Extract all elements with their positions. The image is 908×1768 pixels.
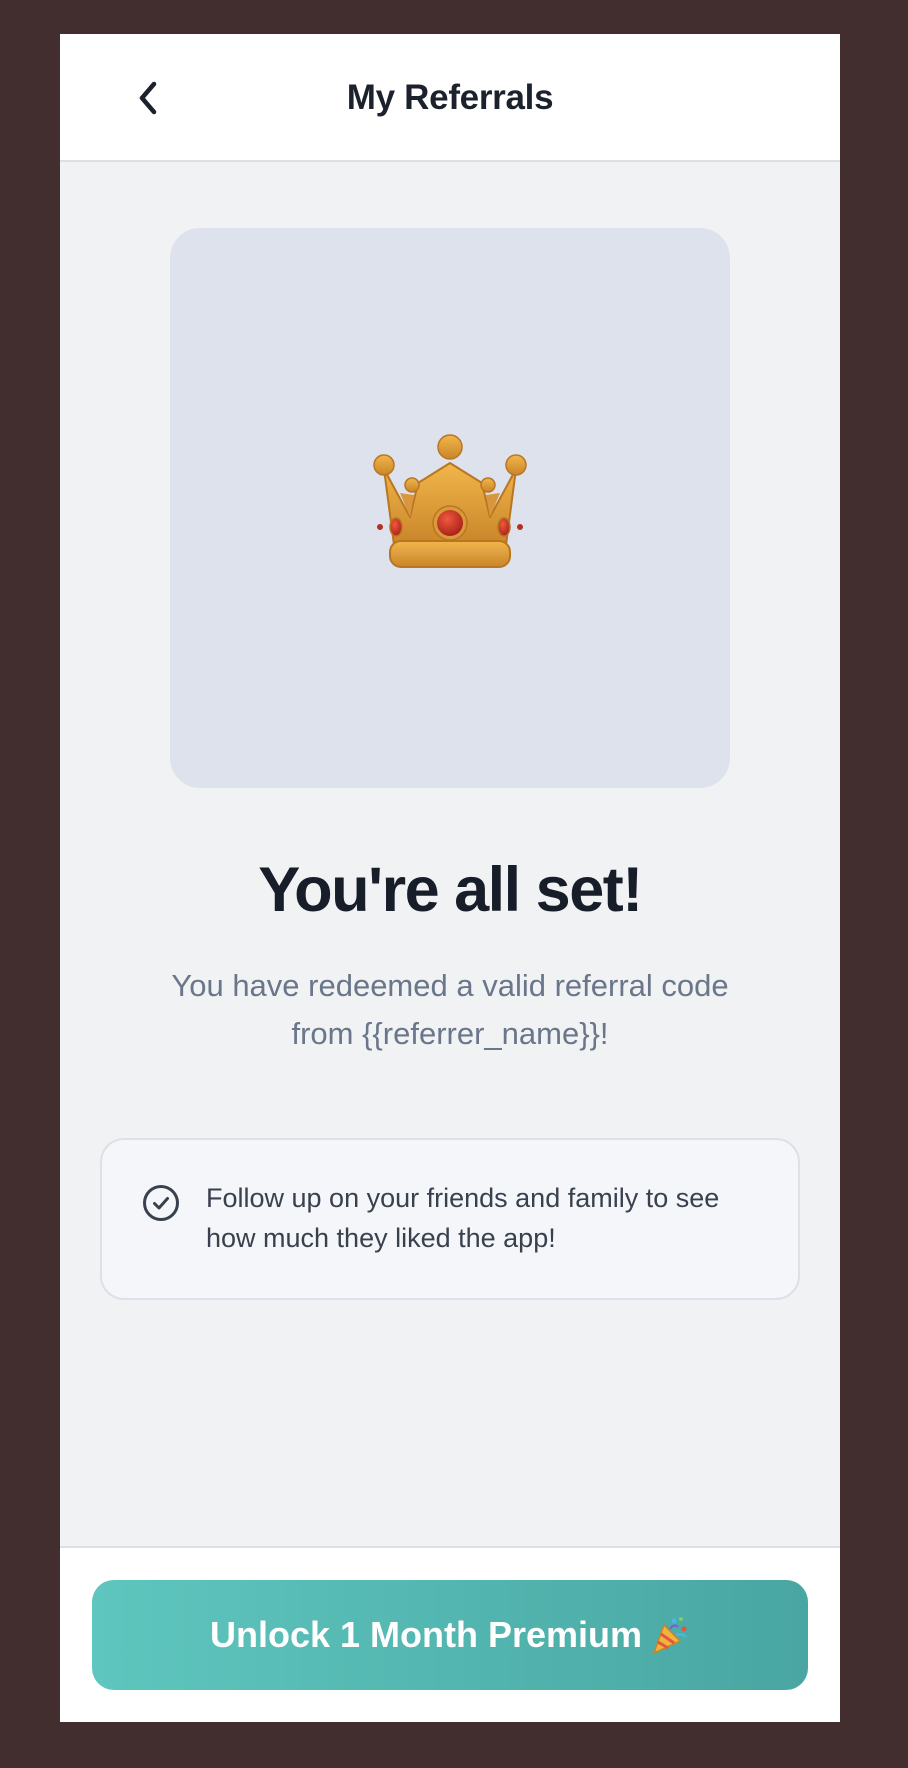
top-app-bar: My Referrals [60, 34, 840, 162]
info-card: Follow up on your friends and family to … [100, 1138, 800, 1300]
app-screen: My Referrals You're all set! You have re… [60, 34, 840, 1722]
info-card-text: Follow up on your friends and family to … [206, 1183, 720, 1253]
check-circle-icon [143, 1185, 179, 1221]
bottom-action-bar: Unlock 1 Month Premium [60, 1546, 840, 1722]
success-heading: You're all set! [258, 855, 643, 925]
unlock-premium-label: Unlock 1 Month Premium [209, 1614, 643, 1655]
page-title: My Referrals [346, 78, 554, 117]
hero-illustration [170, 228, 730, 788]
crown-icon [373, 434, 527, 568]
success-subtext: You have redeemed a valid referral code … [171, 968, 729, 1051]
unlock-premium-button[interactable]: Unlock 1 Month Premium [92, 1580, 808, 1690]
party-popper-icon [653, 1617, 687, 1654]
